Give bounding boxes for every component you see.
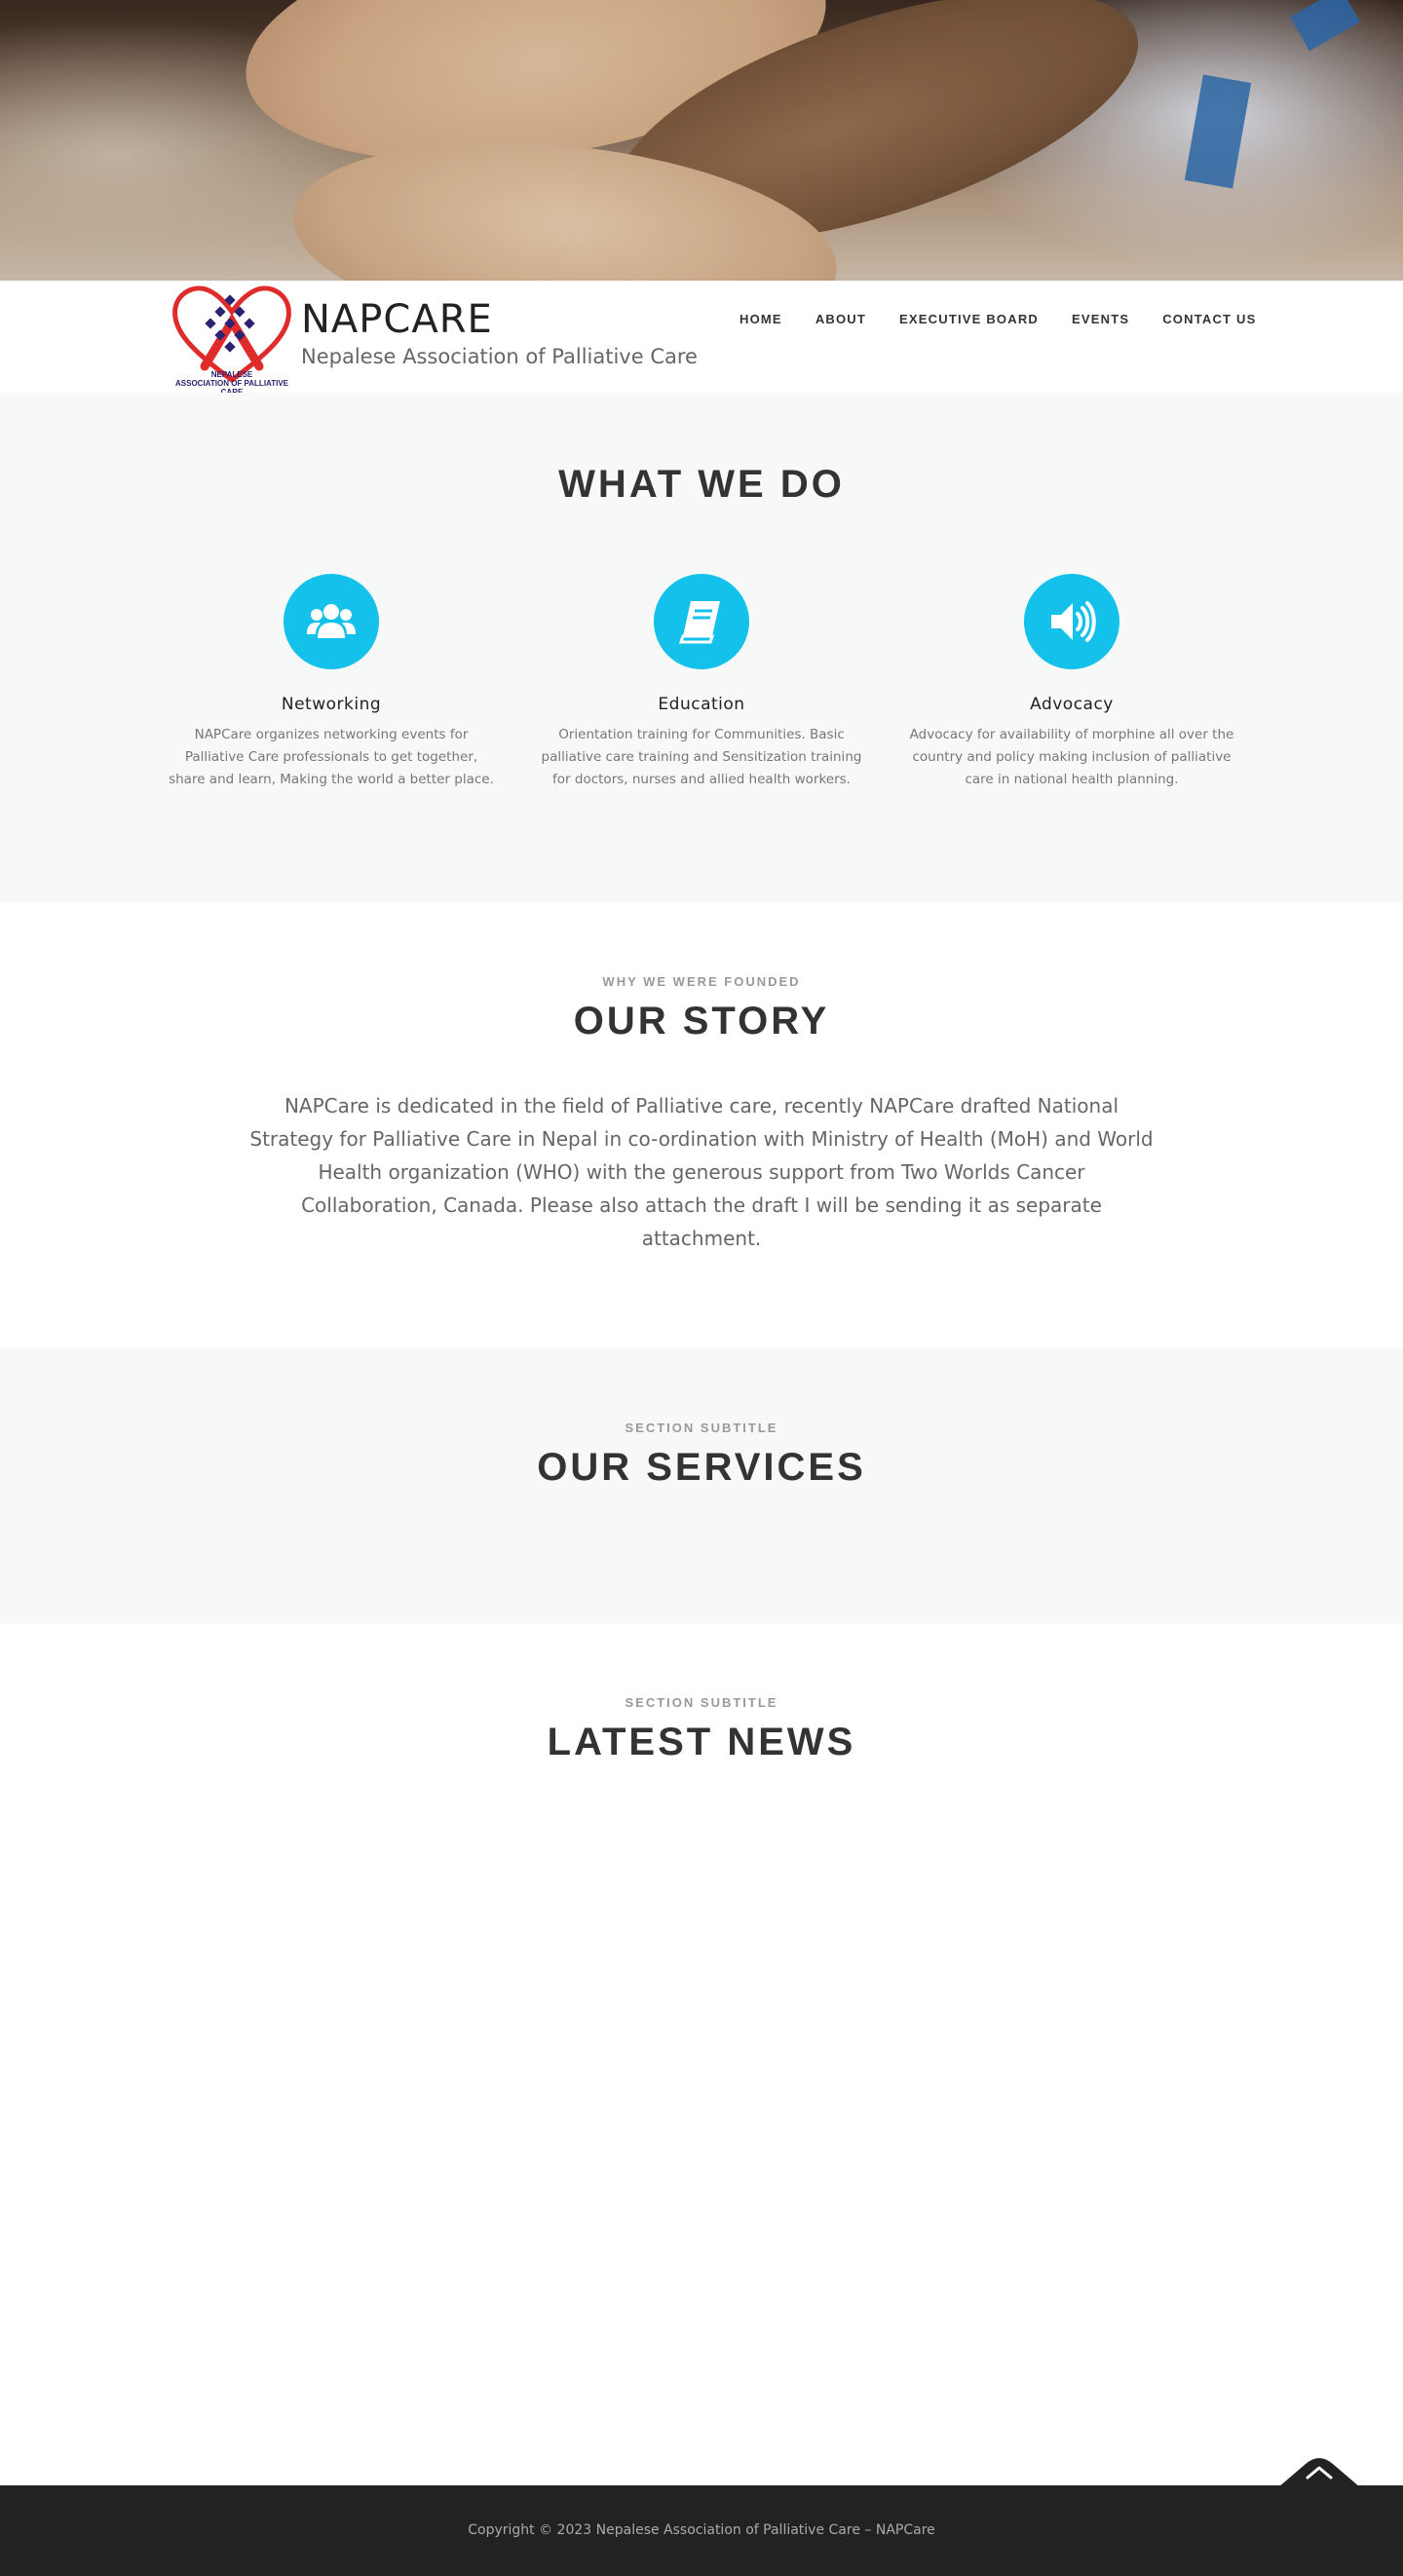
section-subtitle: WHY WE WERE FOUNDED — [602, 974, 801, 989]
section-subtitle: SECTION SUBTITLE — [625, 1421, 778, 1435]
volume-icon — [1051, 601, 1096, 642]
feature-icon-circle — [654, 574, 749, 669]
site-header: NEPALESE ASSOCIATION OF PALLIATIVE CARE … — [0, 281, 1403, 405]
copyright-text: Copyright © 2023 Nepalese Association of… — [468, 2522, 935, 2538]
book-icon — [678, 601, 720, 644]
section-title: OUR SERVICES — [537, 1446, 866, 1489]
what-we-do-section: WHAT WE DO Networking NAPCare organizes … — [0, 393, 1403, 902]
feature-title: Advocacy — [1030, 695, 1114, 714]
our-story-section: WHY WE WERE FOUNDED OUR STORY NAPCare is… — [0, 902, 1403, 1348]
hero-overlay — [0, 0, 1403, 281]
feature-icon-circle — [1024, 574, 1119, 669]
section-title: OUR STORY — [573, 1000, 830, 1042]
users-icon — [307, 604, 356, 638]
latest-news-section: SECTION SUBTITLE LATEST NEWS — [0, 1623, 1403, 2485]
site-footer: Copyright © 2023 Nepalese Association of… — [0, 2485, 1403, 2576]
feature-education: Education Orientation training for Commu… — [535, 574, 868, 791]
feature-text: NAPCare organizes networking events for … — [169, 727, 494, 787]
our-services-section: SECTION SUBTITLE OUR SERVICES — [0, 1348, 1403, 1623]
site-tagline: Nepalese Association of Palliative Care — [301, 345, 698, 368]
section-title: WHAT WE DO — [558, 463, 845, 506]
section-subtitle: SECTION SUBTITLE — [625, 1695, 778, 1710]
feature-text: Orientation training for Communities. Ba… — [541, 727, 862, 787]
site-title[interactable]: NAPCARE — [301, 297, 493, 342]
story-text: NAPCare is dedicated in the field of Pal… — [249, 1094, 1154, 1250]
scroll-to-top-button[interactable] — [1278, 2456, 1360, 2487]
feature-title: Networking — [281, 695, 382, 714]
feature-text: Advocacy for availability of morphine al… — [909, 727, 1234, 787]
nav-item-about[interactable]: ABOUT — [799, 308, 883, 331]
nav-item-events[interactable]: EVENTS — [1055, 308, 1146, 331]
hero-image — [0, 0, 1403, 281]
section-title: LATEST NEWS — [547, 1721, 856, 1763]
feature-icon-circle — [284, 574, 379, 669]
logo-caption-line: NEPALESE — [210, 370, 253, 379]
feature-networking: Networking NAPCare organizes networking … — [165, 574, 498, 791]
nav-item-executive-board[interactable]: EXECUTIVE BOARD — [883, 308, 1055, 331]
nav-item-home[interactable]: HOME — [723, 308, 799, 331]
feature-advocacy: Advocacy Advocacy for availability of mo… — [905, 574, 1238, 791]
feature-title: Education — [658, 695, 745, 714]
main-nav: HOME ABOUT EXECUTIVE BOARD EVENTS CONTAC… — [723, 308, 1272, 331]
nav-item-contact-us[interactable]: CONTACT US — [1146, 308, 1272, 331]
